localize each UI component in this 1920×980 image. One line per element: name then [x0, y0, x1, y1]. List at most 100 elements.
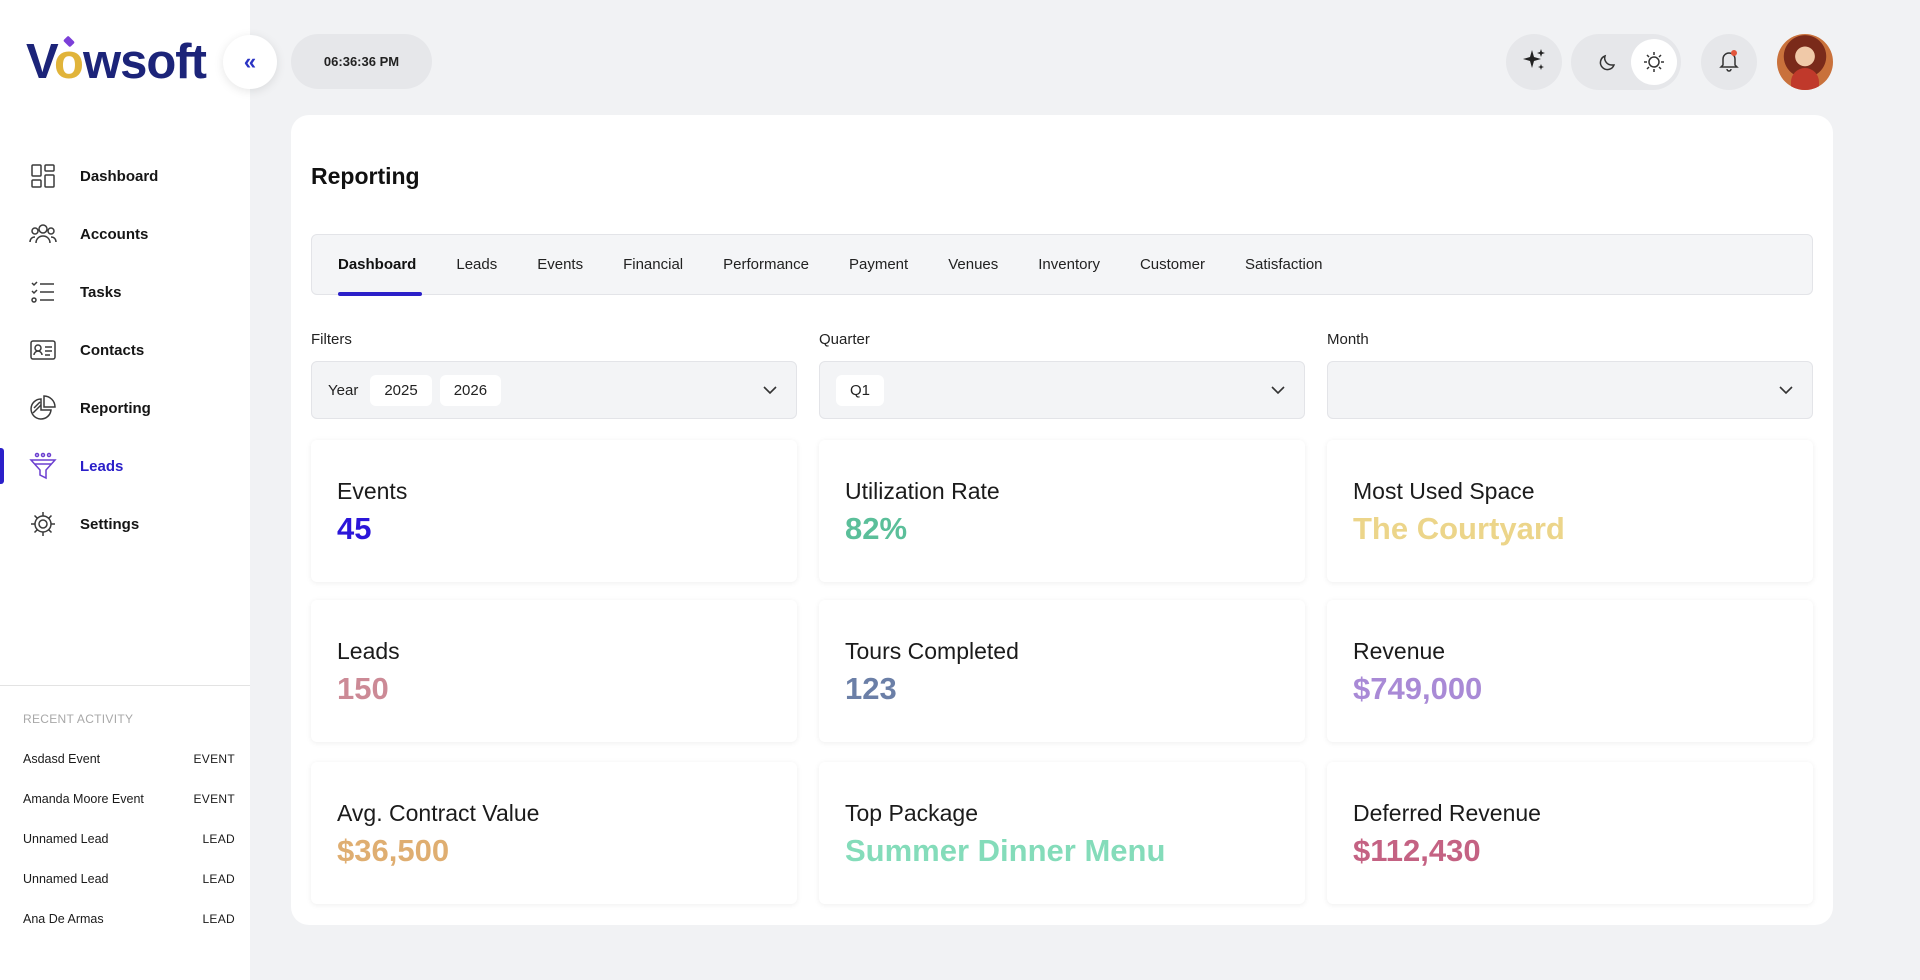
- double-chevron-left-icon: «: [243, 49, 257, 74]
- month-select[interactable]: [1327, 361, 1813, 419]
- sidebar-item-tasks[interactable]: Tasks: [0, 263, 250, 321]
- sidebar-item-label: Tasks: [80, 283, 122, 301]
- vowsoft-logo[interactable]: Vowsoft: [26, 34, 207, 90]
- ai-assistant-button[interactable]: [1506, 34, 1562, 90]
- sparkles-icon: [1520, 46, 1548, 79]
- stat-card-tours-completed: Tours Completed 123: [819, 600, 1305, 742]
- sidebar-item-label: Settings: [80, 515, 140, 533]
- stat-value: 45: [337, 511, 372, 546]
- stat-card-avg-contract-value: Avg. Contract Value $36,500: [311, 762, 797, 904]
- logo-wordmark-rest: wsoft: [82, 35, 207, 89]
- recent-activity-item[interactable]: Amanda Moore Event EVENT: [23, 779, 235, 819]
- sidebar-item-reporting[interactable]: Reporting: [0, 379, 250, 437]
- sidebar-item-label: Leads: [80, 457, 124, 475]
- stat-value: 123: [845, 671, 897, 706]
- stat-value: $36,500: [337, 833, 450, 868]
- stat-value: 150: [337, 671, 389, 706]
- stat-card-top-package: Top Package Summer Dinner Menu: [819, 762, 1305, 904]
- stat-label: Most Used Space: [1353, 478, 1535, 504]
- recent-activity-item[interactable]: Ana De Armas LEAD: [23, 899, 235, 939]
- recent-activity-item[interactable]: Unnamed Lead LEAD: [23, 819, 235, 859]
- tab-financial[interactable]: Financial: [623, 234, 683, 295]
- user-avatar[interactable]: [1777, 34, 1833, 90]
- sidebar-item-contacts[interactable]: Contacts: [0, 321, 250, 379]
- sidebar-divider: [0, 685, 250, 686]
- stat-value: $112,430: [1353, 833, 1481, 868]
- contact-card-icon: [28, 335, 58, 365]
- recent-activity-tag: EVENT: [193, 752, 235, 766]
- tab-venues[interactable]: Venues: [948, 234, 998, 295]
- logo-letter-v: V: [26, 35, 55, 89]
- sidebar-item-leads[interactable]: Leads: [0, 437, 250, 495]
- sidebar-nav: Dashboard Accounts Tasks Contacts Report…: [0, 147, 250, 553]
- quarter-chip[interactable]: Q1: [836, 374, 885, 406]
- sidebar-item-dashboard[interactable]: Dashboard: [0, 147, 250, 205]
- quarter-label: Quarter: [819, 331, 870, 348]
- stat-label: Deferred Revenue: [1353, 800, 1541, 826]
- checklist-icon: [28, 277, 58, 307]
- chevron-down-icon: [762, 382, 778, 398]
- tab-customer[interactable]: Customer: [1140, 234, 1205, 295]
- recent-activity-tag: EVENT: [193, 792, 235, 806]
- reporting-panel: Reporting Dashboard Leads Events Financi…: [291, 115, 1833, 925]
- recent-activity-title: RECENT ACTIVITY: [23, 712, 134, 726]
- sidebar-item-label: Reporting: [80, 399, 151, 417]
- stat-card-revenue: Revenue $749,000: [1327, 600, 1813, 742]
- clock-display: 06:36:36 PM: [291, 34, 432, 89]
- stat-card-deferred-revenue: Deferred Revenue $112,430: [1327, 762, 1813, 904]
- recent-activity-name: Unnamed Lead: [23, 872, 109, 886]
- sun-icon[interactable]: [1631, 39, 1677, 85]
- recent-activity-item[interactable]: Asdasd Event EVENT: [23, 739, 235, 779]
- moon-icon[interactable]: [1585, 39, 1631, 85]
- tab-performance[interactable]: Performance: [723, 234, 809, 295]
- year-chip[interactable]: 2026: [439, 374, 502, 406]
- recent-activity-name: Unnamed Lead: [23, 832, 109, 846]
- report-tabs: Dashboard Leads Events Financial Perform…: [311, 234, 1813, 296]
- notifications-button[interactable]: [1701, 34, 1757, 90]
- tab-dashboard[interactable]: Dashboard: [338, 234, 423, 296]
- chevron-down-icon: [1270, 382, 1286, 398]
- filters-label: Filters: [311, 331, 352, 348]
- logo-ring-o: o: [54, 35, 84, 89]
- stat-value: Summer Dinner Menu: [845, 833, 1166, 868]
- recent-activity-tag: LEAD: [202, 832, 235, 846]
- collapse-sidebar-button[interactable]: «: [223, 35, 277, 89]
- stat-label: Revenue: [1353, 638, 1446, 664]
- stat-value: 82%: [845, 511, 908, 546]
- page-title: Reporting: [311, 163, 420, 189]
- stat-value: $749,000: [1353, 671, 1483, 706]
- sidebar-item-accounts[interactable]: Accounts: [0, 205, 250, 263]
- sidebar-item-label: Dashboard: [80, 167, 159, 185]
- tab-leads[interactable]: Leads: [456, 234, 497, 295]
- people-icon: [28, 219, 58, 249]
- pie-chart-icon: [28, 393, 58, 423]
- recent-activity-item[interactable]: Unnamed Lead LEAD: [23, 859, 235, 899]
- tab-inventory[interactable]: Inventory: [1038, 234, 1100, 295]
- year-prefix: Year: [328, 381, 359, 399]
- recent-activity-list: Asdasd Event EVENT Amanda Moore Event EV…: [23, 739, 235, 939]
- stat-card-utilization-rate: Utilization Rate 82%: [819, 440, 1305, 582]
- recent-activity-name: Asdasd Event: [23, 752, 101, 766]
- stat-card-leads: Leads 150: [311, 600, 797, 742]
- month-label: Month: [1327, 331, 1369, 348]
- year-select[interactable]: Year 2025 2026: [311, 361, 797, 419]
- stat-label: Top Package: [845, 800, 978, 826]
- theme-toggle[interactable]: [1571, 34, 1681, 90]
- tab-payment[interactable]: Payment: [849, 234, 908, 295]
- stat-label: Avg. Contract Value: [337, 800, 540, 826]
- sidebar: Vowsoft Dashboard Accounts Tasks Contact…: [0, 0, 250, 980]
- stat-label: Utilization Rate: [845, 478, 1000, 504]
- tab-satisfaction[interactable]: Satisfaction: [1245, 234, 1323, 295]
- recent-activity-name: Ana De Armas: [23, 912, 104, 926]
- stat-label: Tours Completed: [845, 638, 1019, 664]
- stat-card-most-used-space: Most Used Space The Courtyard: [1327, 440, 1813, 582]
- quarter-select[interactable]: Q1: [819, 361, 1305, 419]
- recent-activity-tag: LEAD: [202, 912, 235, 926]
- tab-events[interactable]: Events: [537, 234, 583, 295]
- sidebar-item-settings[interactable]: Settings: [0, 495, 250, 553]
- sidebar-item-label: Accounts: [80, 225, 149, 243]
- stat-value: The Courtyard: [1353, 511, 1565, 546]
- year-chip[interactable]: 2025: [370, 374, 432, 406]
- sidebar-item-label: Contacts: [80, 341, 145, 359]
- chevron-down-icon: [1778, 382, 1794, 398]
